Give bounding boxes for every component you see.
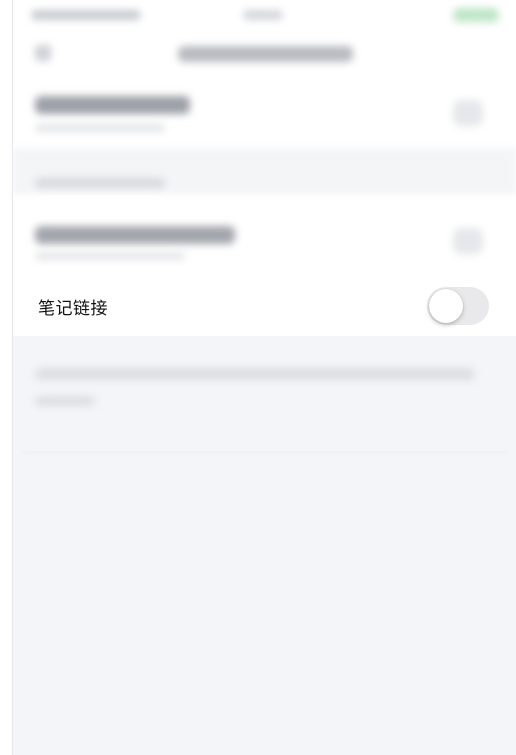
note-link-label: 笔记链接 [38, 299, 108, 319]
section-header-label [35, 178, 165, 188]
back-icon[interactable] [35, 45, 51, 61]
status-bar-time [243, 10, 283, 20]
description-text [35, 368, 475, 380]
battery-icon [453, 8, 499, 22]
note-link-row[interactable]: 笔记链接 [13, 280, 516, 332]
divider [23, 452, 506, 453]
status-bar-carrier [31, 10, 141, 20]
setting-row-subtitle [35, 252, 185, 260]
setting-row-label[interactable] [35, 96, 190, 114]
description-text [35, 396, 95, 406]
setting-row-control[interactable] [453, 100, 483, 126]
settings-panel: 笔记链接 [13, 0, 516, 336]
setting-row-control[interactable] [453, 228, 483, 254]
device-frame: 笔记链接 [0, 0, 516, 755]
setting-row-subtitle [35, 124, 165, 132]
toggle-knob [429, 289, 463, 323]
note-link-toggle[interactable] [427, 287, 489, 325]
page-title [178, 46, 353, 62]
setting-row-label[interactable] [35, 226, 235, 244]
settings-screen: 笔记链接 [13, 0, 516, 755]
window-edge [0, 0, 13, 755]
